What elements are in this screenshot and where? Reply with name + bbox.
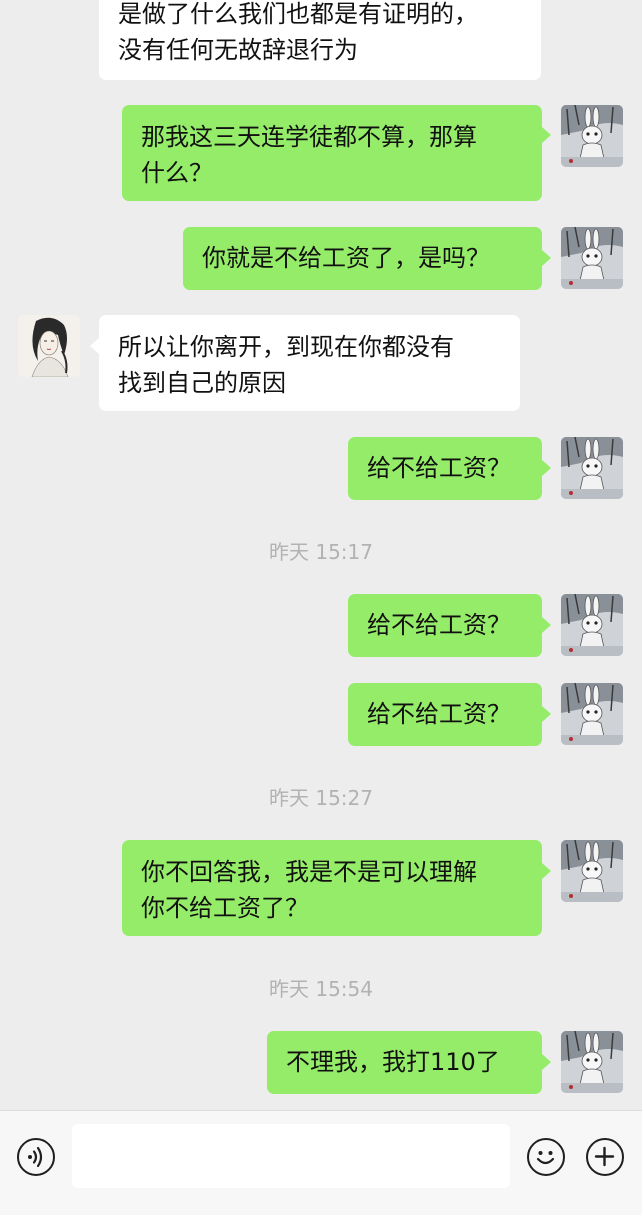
chat-timestamp: 昨天 15:27 — [269, 786, 373, 810]
plus-icon — [594, 1146, 615, 1167]
message-bubble-received[interactable]: 是做了什么我们也都是有证明的， 没有任何无故辞退行为 — [99, 0, 541, 80]
message-bubble-sent[interactable]: 你不回答我，我是不是可以理解 你不给工资了？ — [122, 840, 542, 936]
bubble-tail — [542, 1054, 551, 1070]
message-bubble-received[interactable]: 所以让你离开，到现在你都没有 找到自己的原因 — [99, 315, 520, 411]
message-bubble-sent[interactable]: 不理我，我打110了 — [267, 1031, 542, 1094]
bubble-tail — [90, 338, 99, 354]
my-avatar[interactable] — [561, 105, 623, 167]
my-avatar[interactable] — [561, 1031, 623, 1093]
emoji-icon — [536, 1151, 555, 1165]
message-input[interactable] — [72, 1124, 510, 1188]
bubble-tail — [542, 617, 551, 633]
contact-avatar[interactable] — [18, 315, 80, 377]
bubble-tail — [542, 127, 551, 143]
bubble-tail — [542, 863, 551, 879]
message-bubble-sent[interactable]: 给不给工资？ — [348, 437, 542, 500]
bubble-tail — [542, 250, 551, 266]
my-avatar[interactable] — [561, 437, 623, 499]
input-toolbar — [0, 1110, 642, 1215]
bubble-tail — [542, 460, 551, 476]
message-bubble-sent[interactable]: 给不给工资？ — [348, 683, 542, 746]
chat-timestamp: 昨天 15:54 — [269, 977, 373, 1001]
add-button[interactable] — [586, 1138, 624, 1176]
voice-button[interactable] — [17, 1138, 55, 1176]
message-bubble-sent[interactable]: 那我这三天连学徒都不算，那算 什么？ — [122, 105, 542, 201]
chat-timestamp: 昨天 15:17 — [269, 540, 373, 564]
chat-message-list[interactable]: 是做了什么我们也都是有证明的， 没有任何无故辞退行为 那我这三天连学徒都不算，那… — [0, 0, 642, 1110]
my-avatar[interactable] — [561, 683, 623, 745]
my-avatar[interactable] — [561, 227, 623, 289]
message-bubble-sent[interactable]: 你就是不给工资了，是吗？ — [183, 227, 542, 290]
my-avatar[interactable] — [561, 840, 623, 902]
my-avatar[interactable] — [561, 594, 623, 656]
emoji-button[interactable] — [527, 1138, 565, 1176]
message-bubble-sent[interactable]: 给不给工资？ — [348, 594, 542, 657]
bubble-tail — [542, 706, 551, 722]
voice-icon — [28, 1146, 43, 1168]
